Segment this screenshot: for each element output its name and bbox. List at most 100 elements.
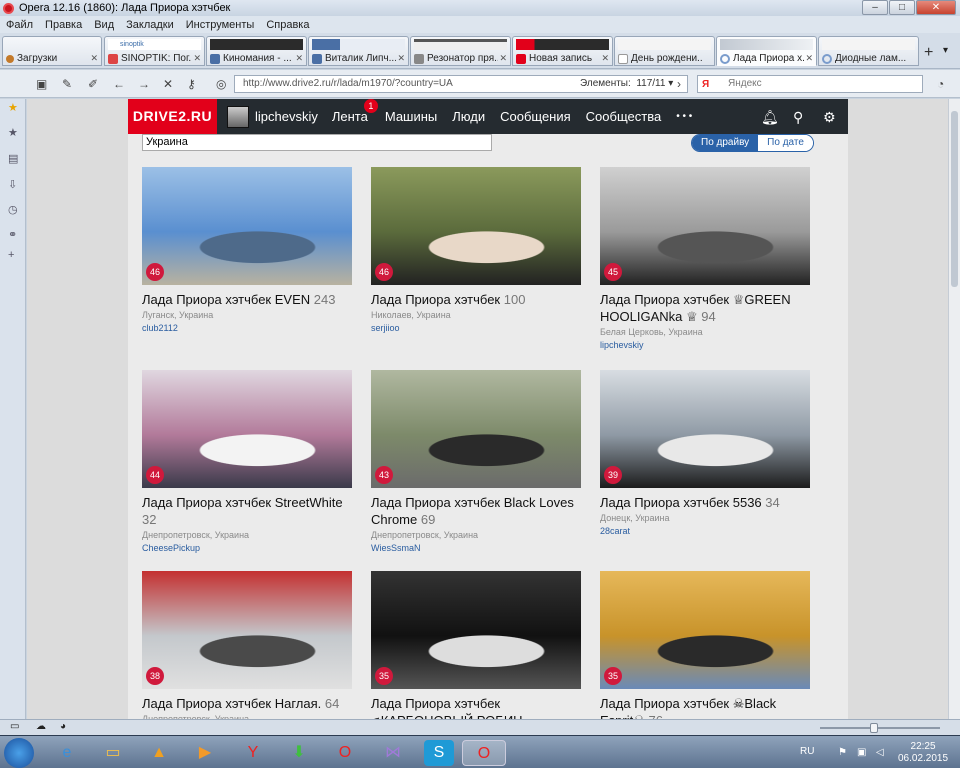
explorer-icon[interactable]: ▭ xyxy=(98,740,128,766)
car-owner-link[interactable]: lipchevskiy xyxy=(600,340,810,350)
car-photo[interactable]: 35 xyxy=(371,571,581,689)
speed-icon[interactable]: ◔ xyxy=(937,77,944,91)
car-photo[interactable]: 35 xyxy=(600,571,810,689)
turbo-icon[interactable]: ☁ xyxy=(36,721,46,732)
car-title[interactable]: Лада Приора хэтчбек Наглая. 64 xyxy=(142,695,352,712)
search-icon[interactable]: ⚲ xyxy=(793,109,803,126)
more-icon[interactable]: • • • xyxy=(676,111,692,122)
menu-file[interactable]: Файл xyxy=(0,19,39,31)
car-photo[interactable]: 38 xyxy=(142,571,352,689)
skype-icon[interactable]: S xyxy=(424,740,454,766)
car-photo[interactable]: 46 xyxy=(142,167,352,285)
car-title[interactable]: Лада Приора хэтчбек ♫КАРБОНОВЫЙ РОБИН xyxy=(371,695,581,719)
avatar[interactable] xyxy=(227,105,249,128)
tab-downloads[interactable]: Загрузки ✕ xyxy=(2,36,102,66)
language-indicator[interactable]: RU xyxy=(800,746,814,757)
car-card[interactable]: 44 Лада Приора хэтчбек StreetWhite 32 Днеп… xyxy=(142,370,352,553)
bell-icon[interactable]: 🔔︎ xyxy=(761,109,779,126)
back-icon[interactable]: ← xyxy=(113,77,125,91)
tab-close-icon[interactable]: ✕ xyxy=(805,53,813,64)
opera-taskbar-icon[interactable]: O xyxy=(330,740,360,766)
tab-birthday[interactable]: День рождени... xyxy=(614,36,715,66)
nav-cars[interactable]: Машины xyxy=(385,109,437,124)
notes-icon[interactable]: ▤ xyxy=(8,152,18,165)
wrench-icon[interactable]: ✎ xyxy=(62,77,72,91)
star-icon[interactable]: ★ xyxy=(8,101,18,114)
car-owner-link[interactable]: WiesSsmaN xyxy=(371,543,581,553)
nav-feed[interactable]: Лента 1 xyxy=(332,99,378,124)
car-card[interactable]: 43 Лада Приора хэтчбек Black Loves Chrome… xyxy=(371,370,581,553)
sort-by-date-button[interactable]: По дате xyxy=(758,135,813,151)
unite-icon[interactable]: ◕ xyxy=(60,721,66,732)
car-title[interactable]: Лада Приора хэтчбек Black Loves Chrome 6… xyxy=(371,494,581,528)
opera-active-icon[interactable]: O xyxy=(462,740,506,766)
tab-close-icon[interactable]: ✕ xyxy=(499,53,507,64)
tab-close-icon[interactable]: ✕ xyxy=(397,53,405,64)
car-title[interactable]: Лада Приора хэтчбек ☠Black Esprit☠ 76 xyxy=(600,695,810,719)
tab-lada-priora[interactable]: Лада Приора х... ✕ xyxy=(716,36,817,66)
tab-new-entry[interactable]: Новая запись ✕ xyxy=(512,36,613,66)
downloads-icon[interactable]: ⇩ xyxy=(8,178,17,191)
car-photo[interactable]: 46 xyxy=(371,167,581,285)
nav-communities[interactable]: Сообщества xyxy=(586,109,662,124)
car-card[interactable]: 46 Лада Приора хэтчбек EVEN 243 Луганск, У… xyxy=(142,167,352,333)
tab-close-icon[interactable]: ✕ xyxy=(295,53,303,64)
menu-help[interactable]: Справка xyxy=(260,19,315,31)
panels-icon[interactable]: ▣ xyxy=(36,77,47,91)
nav-messages[interactable]: Сообщения xyxy=(500,109,571,124)
tab-kinomania[interactable]: Киномания - ... ✕ xyxy=(206,36,307,66)
go-arrow-icon[interactable]: › xyxy=(677,77,681,91)
maximize-button[interactable]: □ xyxy=(889,0,915,15)
gear-icon[interactable]: ⚙ xyxy=(823,109,836,126)
downloader-icon[interactable]: ⬇ xyxy=(284,740,314,766)
username-link[interactable]: lipchevskiy xyxy=(255,109,318,124)
country-filter-input[interactable]: Украина xyxy=(142,134,492,151)
scrollbar-thumb[interactable] xyxy=(951,111,958,287)
sort-by-drive-button[interactable]: По драйву xyxy=(692,135,759,151)
minimize-button[interactable]: – xyxy=(862,0,888,15)
network-icon[interactable]: ▣ xyxy=(857,747,866,758)
car-photo[interactable]: 44 xyxy=(142,370,352,488)
tab-diode-lamps[interactable]: Диодные лам... xyxy=(818,36,919,66)
car-card[interactable]: 46 Лада Приора хэтчбек 100 Николаев, Украи… xyxy=(371,167,581,333)
car-photo[interactable]: 45 xyxy=(600,167,810,285)
page-scrollbar[interactable] xyxy=(948,99,960,719)
menu-edit[interactable]: Правка xyxy=(39,19,88,31)
media-player-icon[interactable]: ▶ xyxy=(190,740,220,766)
car-owner-link[interactable]: serjiioo xyxy=(371,323,581,333)
nav-people[interactable]: Люди xyxy=(452,109,485,124)
tab-vitalik[interactable]: Виталик Липч... ✕ xyxy=(308,36,409,66)
car-card[interactable]: 45 Лада Приора хэтчбек ♕GREEN HOOLIGANka … xyxy=(600,167,810,350)
tab-list-arrow-icon[interactable]: ▾ xyxy=(943,45,948,56)
car-title[interactable]: Лада Приора хэтчбек 5536 34 xyxy=(600,494,810,511)
links-icon[interactable]: ⚭ xyxy=(8,228,17,241)
car-photo[interactable]: 39 xyxy=(600,370,810,488)
clock[interactable]: 22:25 06.02.2015 xyxy=(898,741,948,765)
car-card[interactable]: 38 Лада Приора хэтчбек Наглая. 64 Днепропе… xyxy=(142,571,352,719)
ie-icon[interactable]: e xyxy=(52,740,82,766)
yandex-browser-icon[interactable]: Y xyxy=(238,740,268,766)
tab-close-icon[interactable]: ✕ xyxy=(90,53,98,64)
stop-icon[interactable]: ✕ xyxy=(163,77,173,91)
search-field[interactable]: Я Яндекс xyxy=(697,75,923,93)
tab-rezonator[interactable]: Резонатор пря... ✕ xyxy=(410,36,511,66)
car-photo[interactable]: 43 xyxy=(371,370,581,488)
pen-icon[interactable]: ✐ xyxy=(88,77,98,91)
zoom-slider[interactable] xyxy=(820,727,940,729)
menu-tools[interactable]: Инструменты xyxy=(180,19,261,31)
history-icon[interactable]: ◷ xyxy=(8,203,18,216)
menu-bookmarks[interactable]: Закладки xyxy=(120,19,180,31)
tab-close-icon[interactable]: ✕ xyxy=(193,53,201,64)
tab-sinoptik[interactable]: sinoptik SINOPTIK: Пог... ✕ xyxy=(104,36,205,66)
visual-studio-icon[interactable]: ⋈ xyxy=(378,740,408,766)
new-tab-button[interactable]: + xyxy=(924,44,933,62)
car-owner-link[interactable]: club2112 xyxy=(142,323,352,333)
car-card[interactable]: 39 Лада Приора хэтчбек 5536 34 Донецк, Укр… xyxy=(600,370,810,536)
site-info-icon[interactable]: ◎ xyxy=(216,77,226,91)
start-button[interactable] xyxy=(4,738,34,768)
key-icon[interactable]: ⚷ xyxy=(187,77,196,91)
car-owner-link[interactable]: CheesePickup xyxy=(142,543,352,553)
car-title[interactable]: Лада Приора хэтчбек 100 xyxy=(371,291,581,308)
car-card[interactable]: 35 Лада Приора хэтчбек ♫КАРБОНОВЫЙ РОБИН xyxy=(371,571,581,719)
panel-toggle-icon[interactable]: ▭ xyxy=(10,721,19,732)
